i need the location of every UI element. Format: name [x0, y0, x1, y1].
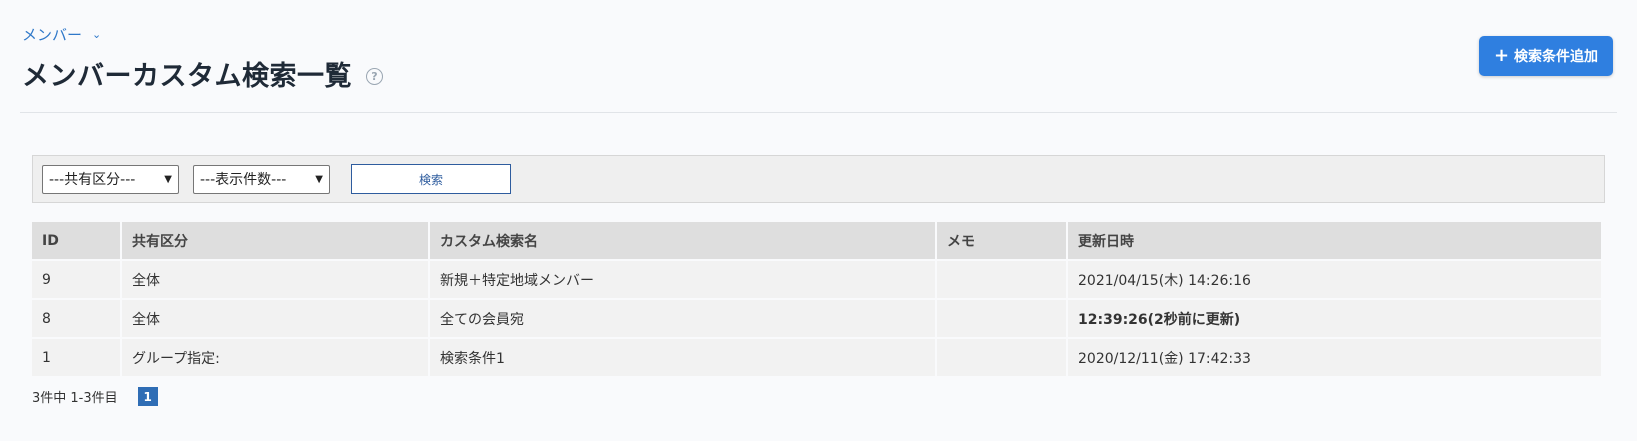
share-type-select-value: ---共有区分--- [49, 172, 136, 188]
cell-updated: 2021/04/15(木) 14:26:16 [1068, 261, 1601, 298]
custom-search-link[interactable]: 検索条件1 [430, 339, 935, 376]
column-header-share[interactable]: 共有区分 [122, 222, 428, 259]
cell-memo [937, 261, 1066, 298]
breadcrumb[interactable]: メンバー ⌄ [22, 24, 101, 45]
add-search-condition-button[interactable]: + 検索条件追加 [1479, 36, 1613, 76]
filter-bar: ---共有区分--- ▼ ---表示件数--- ▼ 検索 [32, 155, 1605, 203]
cell-updated: 2020/12/11(金) 17:42:33 [1068, 339, 1601, 376]
chevron-down-icon: ⌄ [92, 28, 102, 41]
custom-search-table: ID 共有区分 カスタム検索名 メモ 更新日時 9 全体 新規＋特定地域メンバー… [30, 220, 1603, 378]
cell-share: 全体 [122, 261, 428, 298]
table-header-row: ID 共有区分 カスタム検索名 メモ 更新日時 [32, 222, 1601, 259]
table-row: 1 グループ指定: 検索条件1 2020/12/11(金) 17:42:33 [32, 339, 1601, 376]
cell-updated-recent: 12:39:26(2秒前に更新) [1068, 300, 1601, 337]
cell-id: 9 [32, 261, 120, 298]
share-type-select[interactable]: ---共有区分--- ▼ [42, 164, 179, 194]
plus-icon: + [1493, 45, 1510, 66]
cell-id: 1 [32, 339, 120, 376]
breadcrumb-label: メンバー [22, 26, 83, 44]
chevron-down-icon: ▼ [164, 173, 172, 185]
cell-id: 8 [32, 300, 120, 337]
display-count-select[interactable]: ---表示件数--- ▼ [193, 164, 330, 194]
pagination-summary: 3件中 1-3件目 [32, 391, 118, 406]
custom-search-link[interactable]: 新規＋特定地域メンバー [430, 261, 935, 298]
cell-memo [937, 339, 1066, 376]
display-count-select-value: ---表示件数--- [200, 172, 287, 188]
add-search-condition-label: 検索条件追加 [1514, 49, 1599, 65]
cell-share: グループ指定: [122, 339, 428, 376]
pagination: 3件中 1-3件目 1 [32, 387, 158, 406]
page-number-current[interactable]: 1 [137, 387, 158, 406]
custom-search-link[interactable]: 全ての会員宛 [430, 300, 935, 337]
question-circle-icon[interactable]: ? [366, 68, 383, 85]
page: メンバー ⌄ メンバーカスタム検索一覧 ? + 検索条件追加 ---共有区分--… [0, 0, 1637, 441]
chevron-down-icon: ▼ [315, 173, 323, 185]
title-row: メンバーカスタム検索一覧 ? [22, 54, 383, 93]
column-header-name[interactable]: カスタム検索名 [430, 222, 935, 259]
table-row: 8 全体 全ての会員宛 12:39:26(2秒前に更新) [32, 300, 1601, 337]
search-button[interactable]: 検索 [351, 164, 511, 194]
cell-memo [937, 300, 1066, 337]
cell-share: 全体 [122, 300, 428, 337]
table-row: 9 全体 新規＋特定地域メンバー 2021/04/15(木) 14:26:16 [32, 261, 1601, 298]
column-header-updated[interactable]: 更新日時 [1068, 222, 1601, 259]
page-title: メンバーカスタム検索一覧 [22, 61, 352, 92]
column-header-memo[interactable]: メモ [937, 222, 1066, 259]
column-header-id[interactable]: ID [32, 222, 120, 259]
header-divider [20, 112, 1617, 113]
